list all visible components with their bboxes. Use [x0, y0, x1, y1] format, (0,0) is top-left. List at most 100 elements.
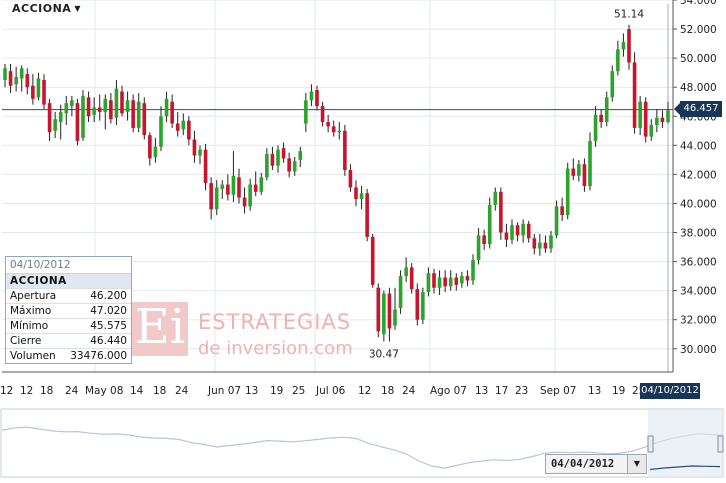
candle-body — [159, 116, 163, 147]
candle-body — [19, 68, 24, 79]
candle-body — [404, 267, 408, 277]
candle-body — [577, 164, 581, 176]
candle-body — [315, 90, 319, 107]
candle-body — [454, 277, 459, 285]
x-tick-label: 24 — [402, 385, 416, 397]
candle-body — [304, 100, 308, 124]
chart-canvas[interactable]: 30.000 32.000 34.000 36.000 38.000 40.000 42.0… — [0, 0, 726, 479]
candle-body — [86, 97, 91, 117]
y-tick-label: 32.000 — [680, 315, 717, 327]
candle-body — [588, 140, 592, 186]
symbol-selector[interactable]: ACCIONA ▼ — [12, 2, 81, 15]
candle-body — [465, 276, 470, 281]
candle-body — [58, 111, 63, 123]
candle-body — [582, 164, 587, 186]
candle-body — [393, 309, 397, 326]
candle-body — [365, 193, 369, 237]
candle-body — [265, 154, 269, 178]
ohlc-value: 33476.000 — [62, 348, 131, 363]
candle-body — [482, 235, 486, 245]
ohlc-value: 47.020 — [62, 303, 131, 319]
candle-body — [125, 100, 130, 112]
x-tick-label: May 08 — [85, 385, 123, 397]
x-tick-label: 25 — [292, 385, 305, 397]
candle-body — [382, 293, 386, 335]
x-tick-label: Jul 06 — [315, 385, 346, 397]
candle-body — [114, 88, 119, 118]
candle-body — [292, 161, 297, 172]
candle-body — [187, 120, 191, 140]
candle-body — [421, 292, 425, 320]
y-tick-label: 50.000 — [680, 53, 717, 65]
candle-body — [120, 91, 124, 114]
candle-body — [47, 103, 52, 133]
candle-body — [543, 242, 548, 249]
candle-body — [560, 206, 564, 216]
candle-body — [276, 149, 280, 166]
candle-body — [3, 68, 7, 80]
candle-body — [448, 277, 453, 287]
candle-body — [64, 103, 69, 114]
candle-body — [320, 106, 325, 123]
x-tick-label: 24 — [65, 385, 79, 397]
candle-body — [309, 91, 314, 101]
candle-body — [638, 101, 642, 128]
candle-body — [242, 197, 247, 207]
candle-body — [109, 100, 113, 120]
x-tick-label: 12 — [358, 385, 371, 397]
candle-body — [437, 277, 442, 288]
navigator-date-select[interactable]: 04/04/2012 ▼ — [545, 454, 647, 474]
x-tick-label: 13 — [588, 385, 601, 397]
stock-chart[interactable]: 30.000 32.000 34.000 36.000 38.000 40.000 42.0… — [0, 0, 726, 479]
candle-body — [549, 235, 553, 249]
candle-body — [526, 223, 531, 239]
candle-body — [627, 29, 631, 63]
candle-body — [487, 204, 492, 245]
low-annotation: 30.47 — [369, 348, 399, 360]
candle-body — [538, 242, 542, 249]
ohlc-label: Mínimo — [6, 318, 63, 334]
candle-body — [270, 154, 275, 166]
candle-body — [220, 184, 225, 189]
candle-body — [443, 277, 447, 287]
candle-body — [504, 232, 509, 240]
ohlc-label: Volumen — [6, 348, 63, 363]
ohlc-label: Apertura — [6, 288, 63, 304]
candle-body — [170, 101, 174, 124]
candle-body — [226, 184, 230, 195]
candle-body — [14, 77, 18, 85]
candle-body — [376, 287, 381, 332]
candle-body — [214, 187, 219, 210]
ohlc-row-close: Cierre 46.440 — [6, 333, 131, 349]
candle-body — [75, 103, 80, 141]
x-tick-label: Ago 07 — [430, 385, 467, 397]
candle-body — [649, 124, 654, 137]
candle-body — [666, 110, 670, 123]
ohlc-row-low: Mínimo 45.575 — [6, 318, 131, 334]
candle-body — [142, 103, 147, 136]
candle-body — [593, 114, 598, 141]
candle-body — [565, 168, 570, 216]
ohlc-value: 46.440 — [62, 333, 131, 349]
candle-body — [164, 98, 169, 117]
candle-body — [616, 49, 620, 72]
y-tick-label: 52.000 — [680, 24, 717, 36]
y-tick-label: 42.000 — [680, 169, 717, 181]
ohlc-row-volume: Volumen 33476.000 — [6, 348, 131, 363]
candle-body — [337, 130, 342, 133]
candle-body — [203, 149, 208, 184]
candle-body — [571, 168, 576, 176]
ohlc-row-open: Apertura 46.200 — [6, 288, 131, 304]
caret-down-icon[interactable]: ▼ — [627, 455, 646, 473]
candle-body — [532, 238, 537, 249]
x-tick-label: 14 — [130, 385, 144, 397]
y-tick-label: 54.000 — [680, 0, 717, 7]
candle-body — [660, 117, 665, 123]
candle-body — [471, 260, 475, 281]
candle-body — [237, 177, 241, 198]
candle-body — [655, 117, 659, 125]
candle-body — [8, 71, 13, 86]
caret-down-icon: ▼ — [74, 4, 81, 13]
candle-body — [31, 85, 35, 99]
candle-body — [354, 187, 358, 200]
